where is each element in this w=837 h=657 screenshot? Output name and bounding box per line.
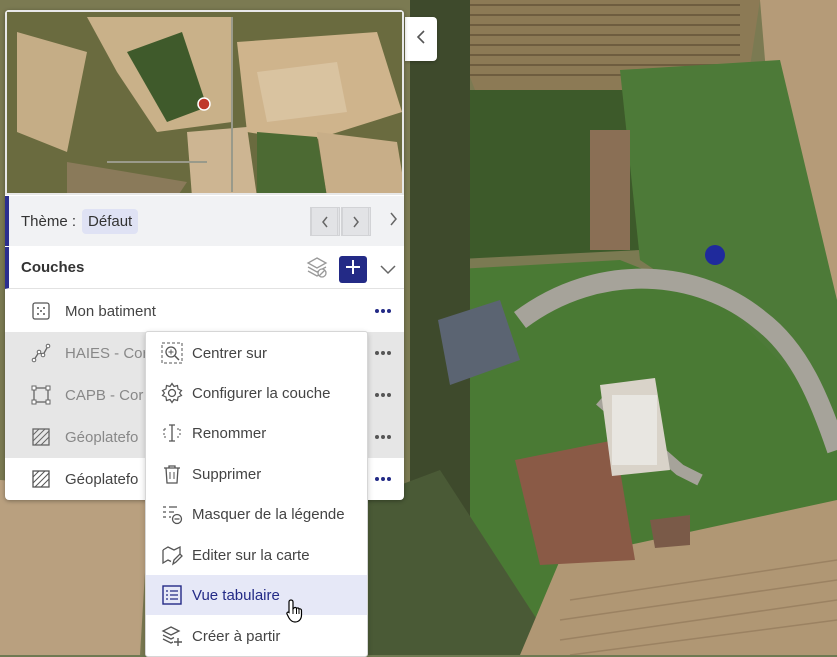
- layer-row[interactable]: Mon batiment: [5, 290, 404, 332]
- theme-value[interactable]: Défaut: [82, 208, 139, 234]
- chevron-down-icon[interactable]: [379, 264, 397, 276]
- theme-label: Thème :: [21, 212, 77, 230]
- menu-item-label: Vue tabulaire: [192, 586, 280, 604]
- trash-icon: [161, 463, 183, 485]
- menu-item-label: Renommer: [192, 424, 267, 442]
- more-options-icon[interactable]: [373, 470, 393, 488]
- minimap[interactable]: [5, 10, 404, 195]
- menu-item-vue-tabulaire[interactable]: Vue tabulaire: [146, 575, 367, 615]
- rename-icon: [161, 422, 183, 444]
- hand-cursor-icon: [286, 599, 304, 628]
- menu-item-label: Configurer la couche: [192, 384, 331, 402]
- hatched-polygon-icon: [30, 468, 52, 490]
- layers-tools: [305, 255, 397, 284]
- menu-item-label: Centrer sur: [192, 344, 268, 362]
- edit-map-icon: [161, 544, 183, 566]
- layer-name: HAIES - Cor: [65, 344, 148, 362]
- menu-item-supprimer[interactable]: Supprimer: [146, 454, 367, 494]
- theme-prev-button[interactable]: [310, 207, 340, 236]
- line-icon: [30, 342, 52, 364]
- theme-expand-button[interactable]: [381, 207, 404, 235]
- polygon-icon: [30, 384, 52, 406]
- menu-item-creer-a-partir[interactable]: Créer à partir: [146, 616, 367, 656]
- layer-name: Géoplatefo: [65, 470, 139, 488]
- chevron-right-icon: [342, 207, 369, 236]
- layers-header: Couches: [5, 247, 404, 289]
- menu-item-label: Supprimer: [192, 465, 262, 483]
- menu-item-centrer[interactable]: Centrer sur: [146, 333, 367, 373]
- add-layer-button[interactable]: [339, 256, 367, 283]
- zoom-center-icon: [161, 342, 183, 364]
- more-options-icon[interactable]: [373, 428, 393, 446]
- gear-icon: [161, 382, 183, 404]
- menu-item-masquer-legende[interactable]: Masquer de la légende: [146, 494, 367, 534]
- theme-selector: Thème : Défaut: [5, 196, 404, 246]
- chevron-right-icon: [388, 211, 398, 232]
- chevron-left-icon: [311, 207, 338, 236]
- menu-item-label: Editer sur la carte: [192, 546, 310, 564]
- menu-item-label: Masquer de la légende: [192, 505, 345, 523]
- layers-title: Couches: [21, 259, 85, 276]
- polygon-dotted-icon: [30, 300, 52, 322]
- hide-legend-icon: [161, 503, 183, 525]
- layer-name: Mon batiment: [65, 302, 156, 320]
- layers-visibility-icon[interactable]: [305, 255, 329, 284]
- theme-nav: [310, 207, 372, 236]
- more-options-icon[interactable]: [373, 302, 393, 320]
- more-options-icon[interactable]: [373, 386, 393, 404]
- theme-next-button[interactable]: [341, 207, 371, 236]
- collapse-panel-button[interactable]: [405, 17, 437, 61]
- hatched-polygon-icon: [30, 426, 52, 448]
- menu-item-renommer[interactable]: Renommer: [146, 413, 367, 453]
- chevron-left-icon: [415, 29, 427, 50]
- menu-item-label: Créer à partir: [192, 627, 281, 645]
- table-view-icon: [161, 584, 183, 606]
- layer-name: CAPB - Cor: [65, 386, 144, 404]
- create-from-icon: [161, 625, 183, 647]
- layer-context-menu: Centrer sur Configurer la couche Renomme…: [145, 331, 368, 657]
- more-options-icon[interactable]: [373, 344, 393, 362]
- plus-icon: [345, 259, 361, 280]
- menu-item-editer-carte[interactable]: Editer sur la carte: [146, 535, 367, 575]
- menu-item-configurer[interactable]: Configurer la couche: [146, 373, 367, 413]
- layer-name: Géoplatefo: [65, 428, 139, 446]
